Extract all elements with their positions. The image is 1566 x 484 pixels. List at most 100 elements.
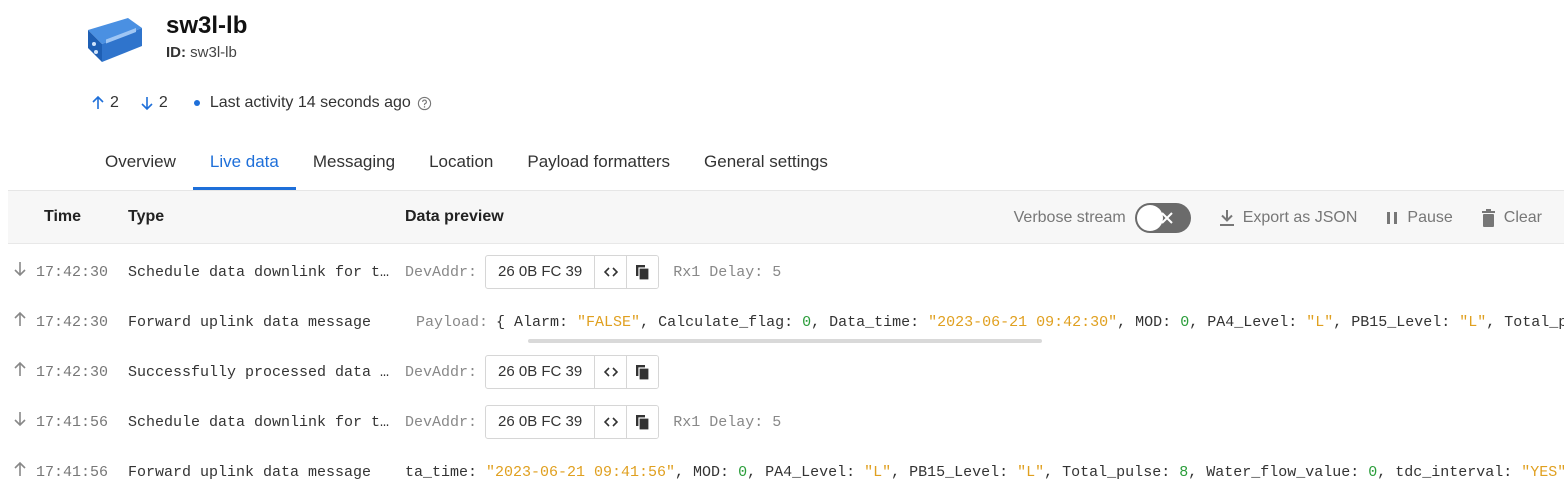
device-id: ID: sw3l-lb [166,44,237,61]
row-type: Forward uplink data message [128,464,372,481]
verbose-switch[interactable] [1134,203,1191,233]
devaddr-value: 26 0B FC 39 [498,413,583,430]
verbose-stream-toggle[interactable]: Verbose stream [1014,203,1191,233]
row-preview: DevAddr: 26 0B FC 39 [405,355,660,389]
table-header: Time Type Data preview Verbose stream Ex… [8,191,1564,244]
tab-messaging[interactable]: Messaging [296,140,412,190]
tab-payload-formatters[interactable]: Payload formatters [510,140,687,190]
export-json-button[interactable]: Export as JSON [1219,209,1358,227]
status-dot [193,100,200,106]
code-toggle-button[interactable] [594,356,627,388]
payload-value: "YES" [1521,463,1564,481]
copy-button[interactable] [626,356,659,388]
payload-key: , PA4_Level: [1189,313,1307,331]
payload-key: , PB15_Level: [891,463,1018,481]
code-toggle-button[interactable] [594,256,627,288]
payload-value: "L" [1306,313,1334,331]
table-row[interactable]: 17:42:30 Forward uplink data message Pay… [8,295,1564,345]
row-preview: ta_time: "2023-06-21 09:41:56", MOD: 0, … [405,455,1564,484]
arrow-up-icon [14,461,26,476]
arrow-down-icon [141,97,153,111]
payload-value: 0 [802,313,812,331]
payload-value: 8 [1179,463,1189,481]
row-preview: DevAddr: 26 0B FC 39 Rx1 Delay: 5 [405,405,781,439]
row-type: Schedule data downlink for t… [128,414,390,431]
payload-key: , PA4_Level: [747,463,865,481]
payload-value: "L" [1459,313,1487,331]
clear-button[interactable]: Clear [1481,209,1542,227]
rx1-delay: Rx1 Delay: 5 [673,413,782,431]
device-id-label: ID: [166,44,186,61]
row-time: 17:42:30 [36,264,109,281]
help-icon[interactable] [417,96,432,111]
code-toggle-button[interactable] [594,406,627,438]
table-row[interactable]: 17:41:56 Schedule data downlink for t… D… [8,395,1564,445]
devaddr-box: 26 0B FC 39 [485,255,660,289]
export-json-label: Export as JSON [1242,209,1358,226]
payload-key: , Total_p [1486,313,1564,331]
payload-value: "2023-06-21 09:41:56" [486,463,676,481]
payload-key: , tdc_interval: [1377,463,1522,481]
payload-key: , Data_time: [811,313,929,331]
payload-value: "FALSE" [577,313,641,331]
row-time: 17:42:30 [36,314,109,331]
verbose-stream-label: Verbose stream [1013,209,1126,226]
uplink-counter: 2 [90,94,119,112]
copy-icon [636,264,650,280]
arrow-down-icon [14,262,26,277]
preview-label: DevAddr: [405,263,478,281]
download-icon [1219,210,1234,226]
row-type: Schedule data downlink for t… [128,264,390,281]
devaddr-value: 26 0B FC 39 [498,263,583,280]
copy-icon [636,364,650,380]
table-row[interactable]: 17:42:30 Successfully processed data … D… [8,345,1564,395]
devaddr-value: 26 0B FC 39 [498,363,583,380]
tab-overview[interactable]: Overview [88,140,193,190]
clear-label: Clear [1503,209,1542,226]
payload-value: 0 [1180,313,1190,331]
code-icon [603,417,618,427]
activity-row: 2 2 Last activity 14 seconds ago [90,92,432,114]
last-activity: Last activity 14 seconds ago [209,94,411,111]
row-time: 17:42:30 [36,364,109,381]
payload-value: 0 [1368,463,1378,481]
arrow-up-icon [14,311,26,326]
column-header-type[interactable]: Type [128,208,164,226]
table-row[interactable]: 17:42:30 Schedule data downlink for t… D… [8,245,1564,295]
devaddr-box: 26 0B FC 39 [485,405,660,439]
row-type: Successfully processed data … [128,364,390,381]
pause-button[interactable]: Pause [1385,209,1453,227]
row-time: 17:41:56 [36,414,109,431]
preview-label: DevAddr: [405,413,478,431]
payload-key: , Water_flow_value: [1188,463,1369,481]
live-data-toolbar: Verbose stream Export as JSON Pause Clea… [986,203,1542,233]
downlink-counter: 2 [139,94,168,112]
tab-location[interactable]: Location [412,140,510,190]
live-data-panel: Time Type Data preview Verbose stream Ex… [8,190,1564,484]
trash-icon [1481,209,1495,227]
payload-key: , PB15_Level: [1333,313,1460,331]
device-name: sw3l-lb [166,12,248,39]
rx1-delay: Rx1 Delay: 5 [673,263,782,281]
payload-preview: { Alarm: "FALSE", Calculate_flag: 0, Dat… [496,314,1564,331]
copy-button[interactable] [626,406,659,438]
horizontal-scrollbar[interactable] [528,339,1042,343]
row-time: 17:41:56 [36,464,109,481]
column-header-time[interactable]: Time [44,208,81,226]
table-row[interactable]: 17:41:56 Forward uplink data message ta_… [8,445,1564,484]
column-header-preview: Data preview [405,208,504,225]
preview-label: Payload: [416,313,489,331]
payload-value: "2023-06-21 09:42:30" [928,313,1118,331]
payload-key: , Total_pulse: [1044,463,1180,481]
tab-live-data[interactable]: Live data [192,140,296,190]
close-icon [1160,212,1173,224]
code-icon [603,367,618,377]
tab-bar: Overview Live data Messaging Location Pa… [88,140,845,190]
row-preview: Payload: { Alarm: "FALSE", Calculate_fla… [416,305,1564,339]
copy-icon [636,414,650,430]
copy-button[interactable] [626,256,659,288]
payload-preview: ta_time: "2023-06-21 09:41:56", MOD: 0, … [405,464,1564,481]
arrow-up-icon [92,95,104,109]
tab-general-settings[interactable]: General settings [687,140,845,190]
uplink-count: 2 [110,94,119,111]
